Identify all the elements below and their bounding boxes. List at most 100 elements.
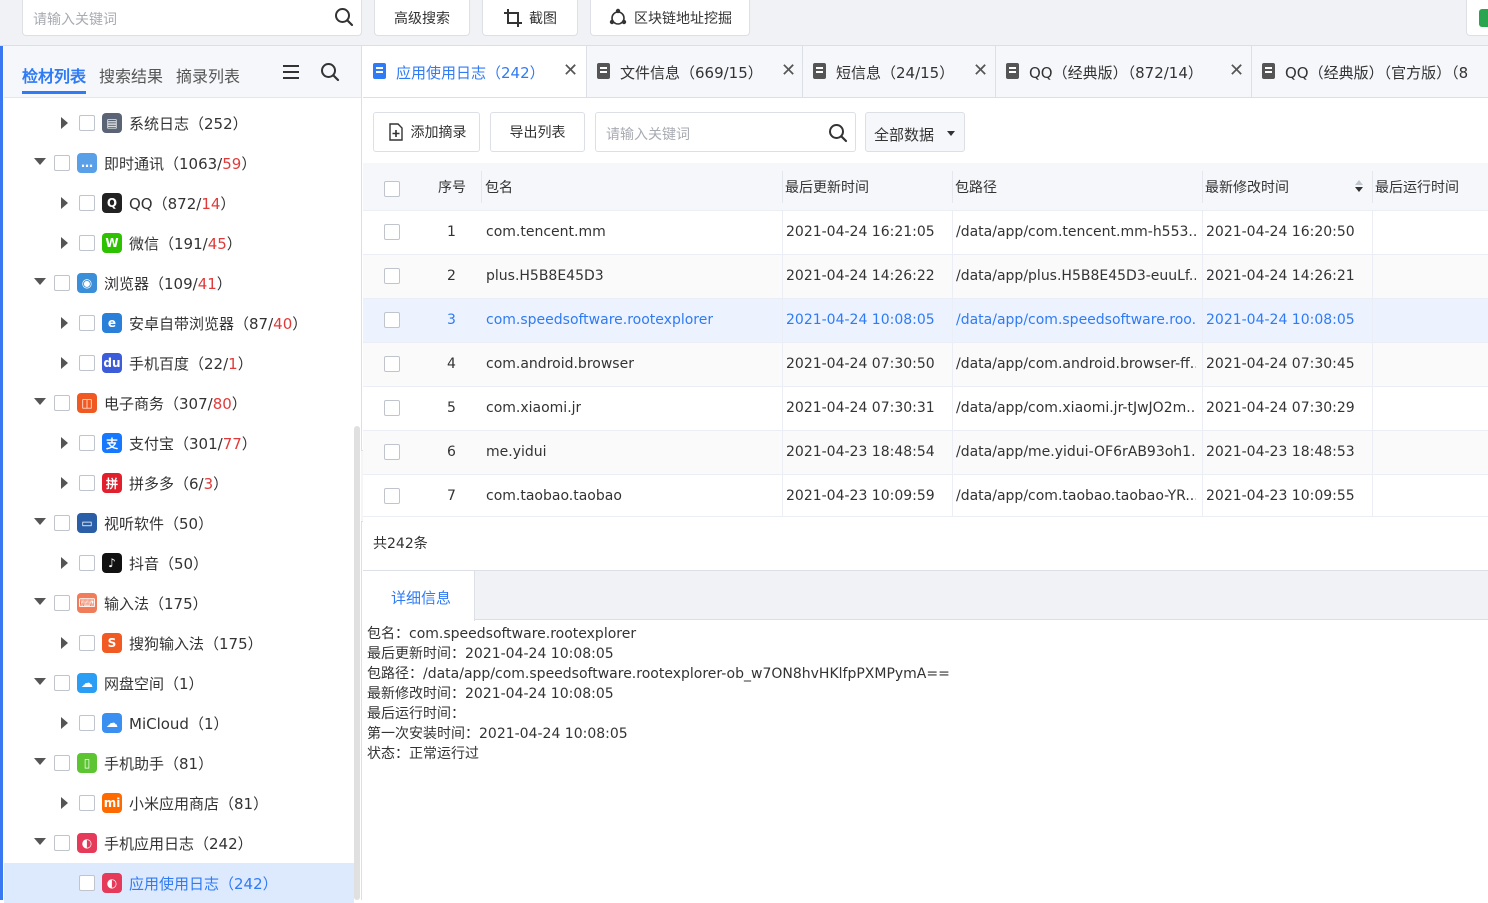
sort-icon[interactable]: [1355, 180, 1363, 192]
tree-item[interactable]: ▭ 视听软件（50）: [4, 503, 354, 543]
close-icon[interactable]: ✕: [1229, 60, 1244, 81]
tree-checkbox[interactable]: [54, 155, 70, 171]
add-excerpt-button[interactable]: 添加摘录: [373, 112, 480, 152]
tree-item[interactable]: 拼拼多多（6/3）: [4, 463, 354, 503]
row-checkbox[interactable]: [384, 400, 400, 416]
tree-checkbox[interactable]: [79, 555, 95, 571]
tree-checkbox[interactable]: [79, 355, 95, 371]
row-checkbox[interactable]: [384, 444, 400, 460]
chevron-right-icon[interactable]: [61, 557, 68, 569]
tab-evidence-list[interactable]: 检材列表: [22, 63, 87, 94]
chevron-right-icon[interactable]: [61, 357, 68, 369]
close-icon[interactable]: ✕: [973, 60, 988, 81]
tree-item[interactable]: du 手机百度（22/1）: [4, 343, 354, 383]
search-icon[interactable]: [319, 61, 341, 83]
blockchain-mining-button[interactable]: 区块链地址挖掘: [590, 0, 750, 36]
header-last-updated[interactable]: 最后更新时间: [785, 177, 869, 197]
tree-item[interactable]: ▯ 手机助手（81）: [4, 743, 354, 783]
chevron-down-icon[interactable]: [34, 758, 46, 765]
row-checkbox[interactable]: [384, 224, 400, 240]
tree-item[interactable]: Q QQ（872/14）: [4, 183, 354, 223]
tree-checkbox[interactable]: [79, 635, 95, 651]
column-divider[interactable]: [782, 171, 783, 203]
tree-item[interactable]: ◐ 手机应用日志（242）: [4, 823, 354, 863]
tree-checkbox[interactable]: [79, 715, 95, 731]
table-row[interactable]: 6 me.yidui 2021-04-23 18:48:54/data/app/me…: [363, 431, 1488, 475]
tab-qq-classic[interactable]: QQ（经典版）（872/14） ✕: [996, 46, 1252, 97]
search-icon[interactable]: [827, 122, 849, 144]
keyword-search-input[interactable]: 请输入关键词: [595, 112, 856, 152]
header-package-name[interactable]: 包名: [485, 177, 513, 197]
tree-checkbox[interactable]: [79, 195, 95, 211]
search-icon[interactable]: [333, 6, 355, 28]
table-row[interactable]: 3 com.speedsoftware.rootexplorer 2021-04-2…: [363, 299, 1488, 343]
tree-item[interactable]: ☁ MiCloud（1）: [4, 703, 354, 743]
tree-checkbox[interactable]: [79, 795, 95, 811]
tree-item[interactable]: ◫ 电子商务（307/80）: [4, 383, 354, 423]
tree-checkbox[interactable]: [54, 755, 70, 771]
chevron-right-icon[interactable]: [61, 637, 68, 649]
menu-icon[interactable]: [280, 61, 302, 83]
chevron-right-icon[interactable]: [61, 477, 68, 489]
tab-app-usage-log[interactable]: 应用使用日志（242） ✕: [363, 46, 587, 97]
tree-checkbox[interactable]: [54, 595, 70, 611]
tree-checkbox[interactable]: [79, 115, 95, 131]
tree-item[interactable]: e 安卓自带浏览器（87/40）: [4, 303, 354, 343]
tab-detail-info[interactable]: 详细信息: [363, 570, 475, 621]
tab-file-info[interactable]: 文件信息（669/15） ✕: [587, 46, 803, 97]
sidebar-scrollbar[interactable]: [354, 426, 360, 900]
tab-qq-classic-official[interactable]: QQ（经典版）（官方版）（8: [1252, 46, 1488, 97]
tree-checkbox[interactable]: [79, 435, 95, 451]
tree-item[interactable]: ▤ 系统日志（252）: [4, 103, 354, 143]
tree-checkbox[interactable]: [54, 275, 70, 291]
table-row[interactable]: 2 plus.H5B8E45D3 2021-04-24 14:26:22/data/…: [363, 255, 1488, 299]
tree-checkbox[interactable]: [79, 875, 95, 891]
chevron-right-icon[interactable]: [61, 797, 68, 809]
data-filter-select[interactable]: 全部数据: [865, 112, 965, 152]
tree-item[interactable]: W 微信（191/45）: [4, 223, 354, 263]
tab-sms[interactable]: 短信息（24/15） ✕: [803, 46, 996, 97]
row-checkbox[interactable]: [384, 488, 400, 504]
header-last-run[interactable]: 最后运行时间: [1375, 177, 1459, 197]
tree-item[interactable]: S 搜狗输入法（175）: [4, 623, 354, 663]
tree-checkbox[interactable]: [54, 515, 70, 531]
tree-checkbox[interactable]: [79, 475, 95, 491]
tree-item[interactable]: ♪ 抖音（50）: [4, 543, 354, 583]
select-all-checkbox[interactable]: [384, 181, 400, 197]
tree-item[interactable]: ◐ 应用使用日志（242）: [4, 863, 354, 903]
chevron-down-icon[interactable]: [34, 518, 46, 525]
tab-excerpt-list[interactable]: 摘录列表: [176, 63, 240, 87]
chevron-right-icon[interactable]: [61, 437, 68, 449]
column-divider[interactable]: [481, 171, 482, 203]
row-checkbox[interactable]: [384, 356, 400, 372]
excel-export-button[interactable]: [1466, 0, 1488, 36]
chevron-right-icon[interactable]: [61, 717, 68, 729]
tree-item[interactable]: mi 小米应用商店（81）: [4, 783, 354, 823]
advanced-search-button[interactable]: 高级搜索: [374, 0, 470, 36]
row-checkbox[interactable]: [384, 268, 400, 284]
table-row[interactable]: 5 com.xiaomi.jr 2021-04-24 07:30:31/data/a…: [363, 387, 1488, 431]
table-row[interactable]: 4 com.android.browser 2021-04-24 07:30:50 /…: [363, 343, 1488, 387]
tree-checkbox[interactable]: [54, 835, 70, 851]
global-search-input[interactable]: 请输入关键词: [22, 0, 362, 36]
chevron-down-icon[interactable]: [34, 678, 46, 685]
close-icon[interactable]: ✕: [781, 60, 796, 81]
tree-item[interactable]: ☁ 网盘空间（1）: [4, 663, 354, 703]
chevron-down-icon[interactable]: [34, 838, 46, 845]
table-row[interactable]: 7 com.taobao.taobao 2021-04-23 10:09:59/da…: [363, 475, 1488, 519]
tree-checkbox[interactable]: [54, 675, 70, 691]
column-divider[interactable]: [952, 171, 953, 203]
tree-item[interactable]: ◉ 浏览器（109/41）: [4, 263, 354, 303]
tree-item[interactable]: … 即时通讯（1063/59）: [4, 143, 354, 183]
chevron-right-icon[interactable]: [61, 237, 68, 249]
chevron-down-icon[interactable]: [34, 278, 46, 285]
export-list-button[interactable]: 导出列表: [490, 112, 585, 152]
tree-checkbox[interactable]: [79, 235, 95, 251]
header-no[interactable]: 序号: [438, 177, 466, 197]
header-package-path[interactable]: 包路径: [955, 177, 997, 197]
screenshot-button[interactable]: 截图: [482, 0, 578, 36]
chevron-right-icon[interactable]: [61, 197, 68, 209]
chevron-right-icon[interactable]: [61, 317, 68, 329]
tree-item[interactable]: ⌨ 输入法（175）: [4, 583, 354, 623]
tree-checkbox[interactable]: [54, 395, 70, 411]
